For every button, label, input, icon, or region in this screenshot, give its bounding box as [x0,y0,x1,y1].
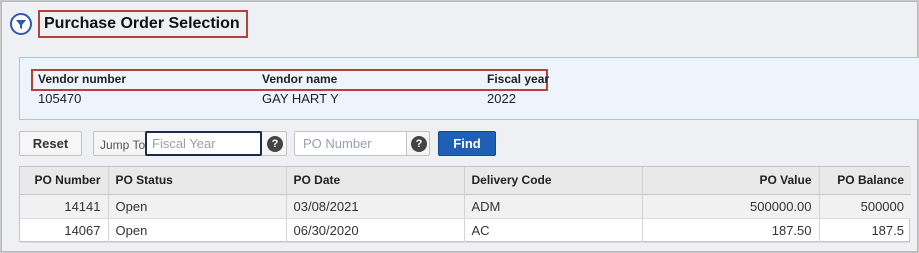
vendor-name-label: Vendor name [262,72,338,86]
fiscal-year-input[interactable] [145,131,262,156]
jump-to-label: Jump To [100,138,146,152]
table-row[interactable]: 14067 Open 06/30/2020 AC 187.50 187.5 [20,218,911,243]
vendor-number-value: 105470 [38,91,82,106]
fiscal-year-label: Fiscal year [487,72,550,86]
po-table-container: PO Number PO Status PO Date Delivery Cod… [19,166,911,243]
col-header-po-value[interactable]: PO Value [642,167,820,195]
fiscal-year-help-icon[interactable]: ? [267,136,283,152]
cell-po-date: 06/30/2020 [286,218,465,243]
vendor-name-value: GAY HART Y [262,91,339,106]
page-title-box: Purchase Order Selection [38,10,248,38]
cell-po-balance: 187.5 [819,218,911,243]
col-header-po-balance[interactable]: PO Balance [819,167,911,195]
cell-po-status: Open [108,218,287,243]
reset-button[interactable]: Reset [19,131,82,156]
table-row[interactable]: 14141 Open 03/08/2021 ADM 500000.00 5000… [20,194,911,219]
collapse-toggle-icon[interactable] [10,13,32,35]
col-header-po-status[interactable]: PO Status [108,167,287,195]
col-header-delivery-code[interactable]: Delivery Code [464,167,643,195]
fiscal-year-value: 2022 [487,91,516,106]
cell-po-value: 187.50 [642,218,820,243]
cell-po-date: 03/08/2021 [286,194,465,219]
cell-po-value: 500000.00 [642,194,820,219]
col-header-po-date[interactable]: PO Date [286,167,465,195]
page-frame: Purchase Order Selection Vendor number 1… [1,1,919,252]
po-number-group: ? [294,131,430,156]
cell-po-status: Open [108,194,287,219]
cell-delivery-code: AC [464,218,643,243]
cell-po-number[interactable]: 14067 [20,218,109,243]
title-row: Purchase Order Selection [10,10,248,38]
cell-po-balance: 500000 [819,194,911,219]
cell-po-number[interactable]: 14141 [20,194,109,219]
find-button[interactable]: Find [438,131,496,156]
search-toolbar: Reset Jump To ? ? Find [19,131,619,157]
po-table: PO Number PO Status PO Date Delivery Cod… [20,167,911,243]
cell-delivery-code: ADM [464,194,643,219]
col-header-po-number[interactable]: PO Number [20,167,109,195]
jump-to-group: Jump To ? [93,131,287,156]
po-number-input[interactable] [295,132,407,155]
po-number-help-icon[interactable]: ? [411,136,427,152]
table-header-row: PO Number PO Status PO Date Delivery Cod… [20,167,911,195]
page-title: Purchase Order Selection [44,14,240,32]
vendor-info-panel: Vendor number 105470 Vendor name GAY HAR… [19,57,919,120]
vendor-number-label: Vendor number [38,72,127,86]
